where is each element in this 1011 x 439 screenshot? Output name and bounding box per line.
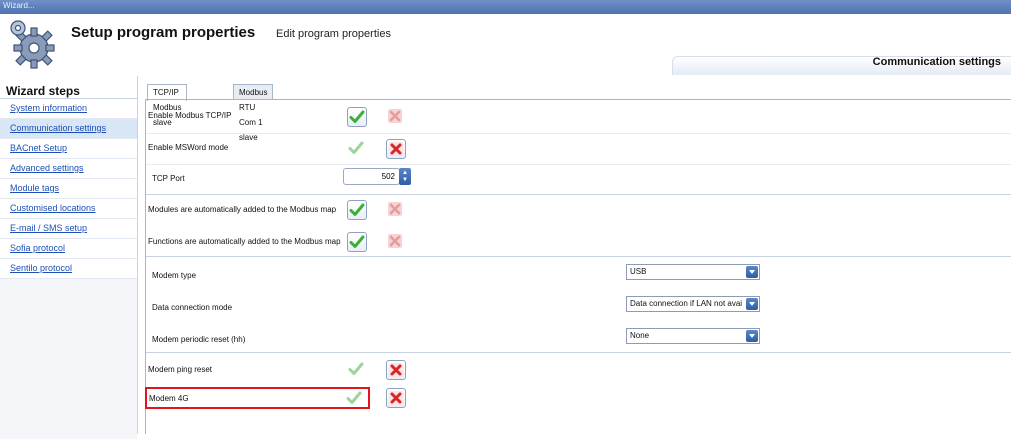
modem-periodic-reset-select[interactable]: None: [626, 328, 760, 344]
settings-panel: [142, 76, 1011, 434]
enable-msword-mode-yes-button[interactable]: [347, 139, 367, 159]
sidebar-item-advanced-settings[interactable]: Advanced settings: [0, 159, 137, 179]
section-divider: [146, 194, 1011, 195]
content-left-border: [145, 100, 146, 434]
sidebar-item-customised-locations[interactable]: Customised locations: [0, 199, 137, 219]
spin-up-icon[interactable]: ▲: [399, 170, 411, 176]
tab-underline: [145, 99, 1011, 100]
gears-icon: [4, 18, 60, 70]
chevron-down-icon[interactable]: [746, 298, 758, 310]
tab-modbus-rtu-com1-slave[interactable]: Modbus RTU Com 1 slave: [233, 84, 274, 142]
tcp-port-spin-buttons[interactable]: ▲ ▼: [399, 168, 411, 185]
wizard-sidebar: Wizard steps System information Communic…: [0, 76, 138, 439]
sidebar-item-sofia-protocol[interactable]: Sofia protocol: [0, 239, 137, 259]
functions-auto-added-no-button[interactable]: [386, 232, 406, 252]
enable-modbus-tcpip-no-button[interactable]: [386, 107, 406, 127]
modules-auto-added-yes-button[interactable]: [347, 200, 367, 220]
wizard-steps-title: Wizard steps: [6, 84, 80, 98]
page-title: Setup program properties: [71, 24, 256, 41]
modem-type-select[interactable]: USB: [626, 264, 760, 280]
sidebar-item-system-information[interactable]: System information: [0, 99, 137, 119]
sidebar-item-module-tags[interactable]: Module tags: [0, 179, 137, 199]
sidebar-item-email-sms-setup[interactable]: E-mail / SMS setup: [0, 219, 137, 239]
sidebar-item-communication-settings[interactable]: Communication settings: [0, 119, 137, 139]
modem-periodic-reset-value: None: [630, 331, 650, 340]
tcp-port-stepper[interactable]: 502 ▲ ▼: [343, 168, 411, 185]
chevron-down-icon[interactable]: [746, 266, 758, 278]
modem-4g-yes-button[interactable]: [345, 389, 365, 409]
modules-auto-added-label: Modules are automatically added to the M…: [148, 205, 337, 214]
modem-type-value: USB: [630, 267, 647, 276]
spin-down-icon[interactable]: ▼: [399, 177, 411, 183]
data-connection-mode-value: Data connection if LAN not available: [630, 299, 742, 308]
section-tab-communication: Communication settings: [872, 56, 1001, 68]
data-connection-mode-label: Data connection mode: [152, 303, 233, 312]
modem-ping-reset-yes-button[interactable]: [347, 360, 367, 380]
functions-auto-added-yes-button[interactable]: [347, 232, 367, 252]
page-subtitle: Edit program properties: [276, 28, 391, 40]
sidebar-item-sentilo-protocol[interactable]: Sentilo protocol: [0, 259, 137, 279]
enable-msword-mode-no-button[interactable]: [386, 139, 406, 159]
enable-msword-mode-label: Enable MSWord mode: [148, 143, 229, 152]
sidebar-empty-area: [0, 279, 137, 439]
row-divider: [146, 133, 1011, 134]
data-connection-mode-select[interactable]: Data connection if LAN not available: [626, 296, 760, 312]
modem-periodic-reset-label: Modem periodic reset (hh): [152, 335, 246, 344]
wizard-header: Setup program properties Edit program pr…: [0, 14, 1011, 75]
enable-modbus-tcpip-label: Enable Modbus TCP/IP: [148, 111, 232, 120]
enable-modbus-tcpip-yes-button[interactable]: [347, 107, 367, 127]
window-titlebar: Wizard...: [0, 0, 1011, 14]
section-divider: [146, 352, 1011, 353]
row-divider: [146, 164, 1011, 165]
functions-auto-added-label: Functions are automatically added to the…: [148, 237, 341, 246]
modules-auto-added-no-button[interactable]: [386, 200, 406, 220]
tcp-port-label: TCP Port: [152, 174, 185, 183]
sidebar-item-bacnet-setup[interactable]: BACnet Setup: [0, 139, 137, 159]
modem-4g-label: Modem 4G: [149, 394, 189, 403]
wizard-steps-list: System information Communication setting…: [0, 98, 137, 439]
section-divider: [146, 256, 1011, 257]
window-title: Wizard...: [3, 1, 35, 10]
tcp-port-input[interactable]: 502: [343, 168, 400, 185]
modem-type-label: Modem type: [152, 271, 197, 280]
chevron-down-icon[interactable]: [746, 330, 758, 342]
modem-4g-no-button[interactable]: [386, 388, 406, 408]
modem-ping-reset-label: Modem ping reset: [148, 365, 213, 374]
modem-ping-reset-no-button[interactable]: [386, 360, 406, 380]
